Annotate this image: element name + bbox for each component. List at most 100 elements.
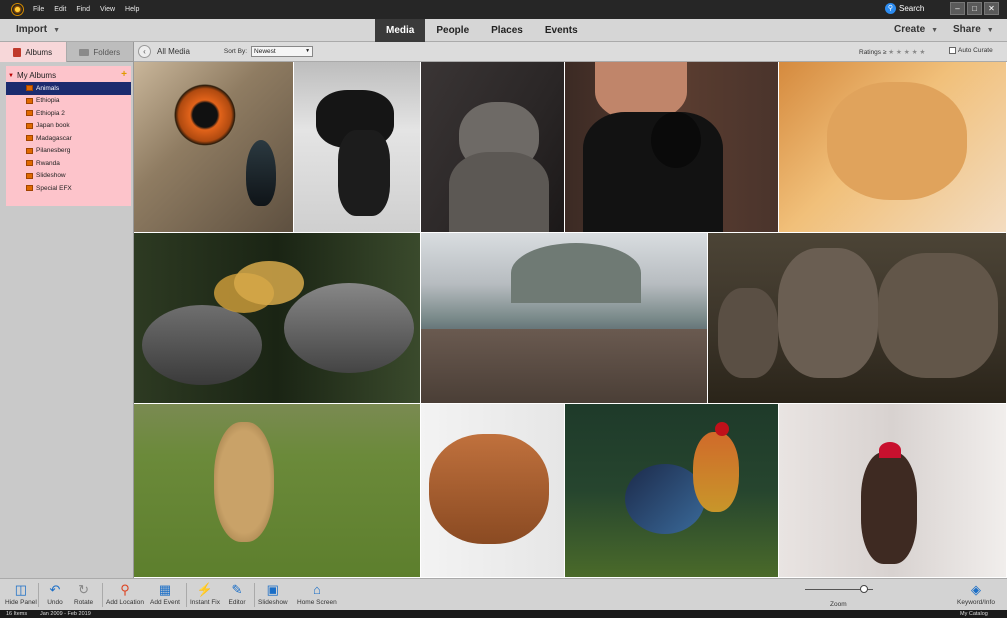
menu-find[interactable]: Find: [76, 6, 90, 13]
chevron-down-icon: ▼: [305, 48, 311, 54]
share-button[interactable]: Share ▼: [953, 24, 994, 35]
album-item-ethiopia-2[interactable]: Ethiopia 2: [6, 107, 131, 120]
ratings-label: Ratings ≥: [859, 49, 887, 56]
menu-view[interactable]: View: [100, 6, 115, 13]
album-item-ethiopia[interactable]: Ethiopia: [6, 95, 131, 108]
album-item-madagascar[interactable]: Madagascar: [6, 132, 131, 145]
album-icon: [26, 160, 33, 167]
slideshow-icon: ▣: [266, 581, 279, 597]
divider: [186, 583, 187, 607]
slideshow-button[interactable]: ▣ Slideshow: [258, 581, 288, 607]
items-count: 16 Items: [6, 611, 28, 617]
menu-edit[interactable]: Edit: [54, 6, 66, 13]
date-range: Jan 2009 - Feb 2019: [40, 611, 91, 617]
rating-stars[interactable]: ★★★★★: [888, 49, 927, 56]
zoom-handle[interactable]: [860, 585, 869, 593]
search-button[interactable]: ⚲ Search: [885, 3, 924, 14]
album-label: Special EFX: [36, 184, 72, 192]
album-icon: [26, 122, 33, 129]
add-event-label: Add Event: [150, 599, 180, 606]
breadcrumb[interactable]: All Media: [157, 47, 190, 56]
album-item-rwanda[interactable]: Rwanda: [6, 157, 131, 170]
photo-crowned-cranes[interactable]: [134, 233, 421, 404]
album-label: Ethiopia: [36, 97, 60, 105]
close-icon[interactable]: ✕: [984, 2, 999, 15]
album-label: Animals: [36, 84, 60, 92]
auto-curate-checkbox[interactable]: [949, 47, 956, 54]
add-event-button[interactable]: ▦ Add Event: [150, 581, 180, 607]
tab-people[interactable]: People: [425, 19, 480, 42]
album-label: Ethiopia 2: [36, 109, 65, 117]
undo-button[interactable]: ↶ Undo: [46, 581, 64, 607]
hide-panel-label: Hide Panel: [5, 599, 37, 606]
photo-black-dog[interactable]: [294, 62, 421, 233]
share-label: Share: [953, 24, 981, 35]
menu-file[interactable]: File: [33, 6, 44, 13]
tab-media[interactable]: Media: [375, 19, 426, 42]
menu-help[interactable]: Help: [125, 6, 139, 13]
lightning-icon: ⚡: [196, 581, 214, 597]
zoom-slider[interactable]: Zoom: [805, 583, 873, 609]
import-button[interactable]: Import ▼: [16, 24, 60, 35]
tab-albums[interactable]: Albums: [0, 42, 67, 62]
undo-icon: ↶: [49, 581, 61, 597]
add-location-label: Add Location: [106, 599, 144, 606]
sort-by-label: Sort By:: [223, 48, 248, 55]
album-icon: [26, 185, 33, 192]
tag-icon: ◈: [970, 581, 981, 597]
album-label: Japan book: [36, 122, 70, 130]
keyword-info-button[interactable]: ◈ Keyword/Info: [957, 581, 995, 607]
tab-folders[interactable]: Folders: [67, 42, 134, 62]
photo-grey-kitten[interactable]: [421, 62, 565, 233]
my-albums-header[interactable]: ▼ My Albums +: [6, 69, 131, 82]
status-bar: 16 Items Jan 2009 - Feb 2019 My Catalog: [0, 610, 1007, 618]
folder-icon: [79, 48, 90, 56]
hide-panel-button[interactable]: ◫ Hide Panel: [5, 581, 37, 607]
import-label: Import: [16, 24, 48, 35]
photo-person-in-snow[interactable]: [779, 404, 1007, 578]
photo-woman-with-black-cat[interactable]: [565, 62, 779, 233]
divider: [254, 583, 255, 607]
album-item-animals[interactable]: Animals: [6, 82, 131, 95]
minimize-icon[interactable]: –: [950, 2, 965, 15]
album-list: ▼ My Albums + Animals Ethiopia Ethiopia …: [6, 66, 131, 206]
create-button[interactable]: Create ▼: [894, 24, 938, 35]
bottom-toolbar: ◫ Hide Panel ↶ Undo ↻ Rotate ⚲ Add Locat…: [0, 578, 1007, 610]
album-icon: [26, 110, 33, 117]
photo-cheetah[interactable]: [134, 404, 421, 578]
back-arrow-icon[interactable]: ‹: [138, 45, 151, 58]
tab-events[interactable]: Events: [534, 19, 589, 42]
album-item-japan-book[interactable]: Japan book: [6, 120, 131, 133]
album-icon: [26, 147, 33, 154]
album-item-special-efx[interactable]: Special EFX: [6, 182, 131, 195]
photo-elephants[interactable]: [708, 233, 1007, 404]
expand-triangle-icon[interactable]: ▼: [8, 73, 14, 79]
instant-fix-button[interactable]: ⚡ Instant Fix: [190, 581, 220, 607]
maximize-icon[interactable]: □: [967, 2, 982, 15]
editor-button[interactable]: ✎ Editor: [228, 581, 246, 607]
album-item-slideshow[interactable]: Slideshow: [6, 170, 131, 183]
add-album-icon[interactable]: +: [121, 69, 127, 81]
media-grid: [134, 62, 1007, 578]
album-label: Slideshow: [36, 172, 66, 180]
tab-albums-label: Albums: [25, 47, 53, 57]
photo-rooster[interactable]: [565, 404, 779, 578]
home-screen-label: Home Screen: [297, 599, 337, 606]
tab-places[interactable]: Places: [480, 19, 534, 42]
auto-curate-label: Auto Curate: [958, 47, 993, 54]
rotate-button[interactable]: ↻ Rotate: [74, 581, 93, 607]
chevron-down-icon: ▼: [53, 27, 61, 34]
sort-value: Newest: [254, 48, 276, 55]
photo-owl-eye[interactable]: [134, 62, 294, 233]
add-location-button[interactable]: ⚲ Add Location: [106, 581, 144, 607]
album-item-pilanesberg[interactable]: Pilanesberg: [6, 145, 131, 158]
photo-ginger-cat[interactable]: [779, 62, 1007, 233]
home-screen-button[interactable]: ⌂ Home Screen: [297, 581, 337, 606]
photo-dogue-de-bordeaux[interactable]: [421, 404, 565, 578]
catalog-name[interactable]: My Catalog: [960, 610, 988, 618]
panel-icon: ◫: [14, 581, 28, 597]
photo-hallstatt-village[interactable]: [421, 233, 708, 404]
auto-curate-toggle[interactable]: Auto Curate: [949, 47, 993, 54]
editor-icon: ✎: [231, 581, 243, 597]
sort-select[interactable]: Newest ▼: [251, 46, 314, 57]
